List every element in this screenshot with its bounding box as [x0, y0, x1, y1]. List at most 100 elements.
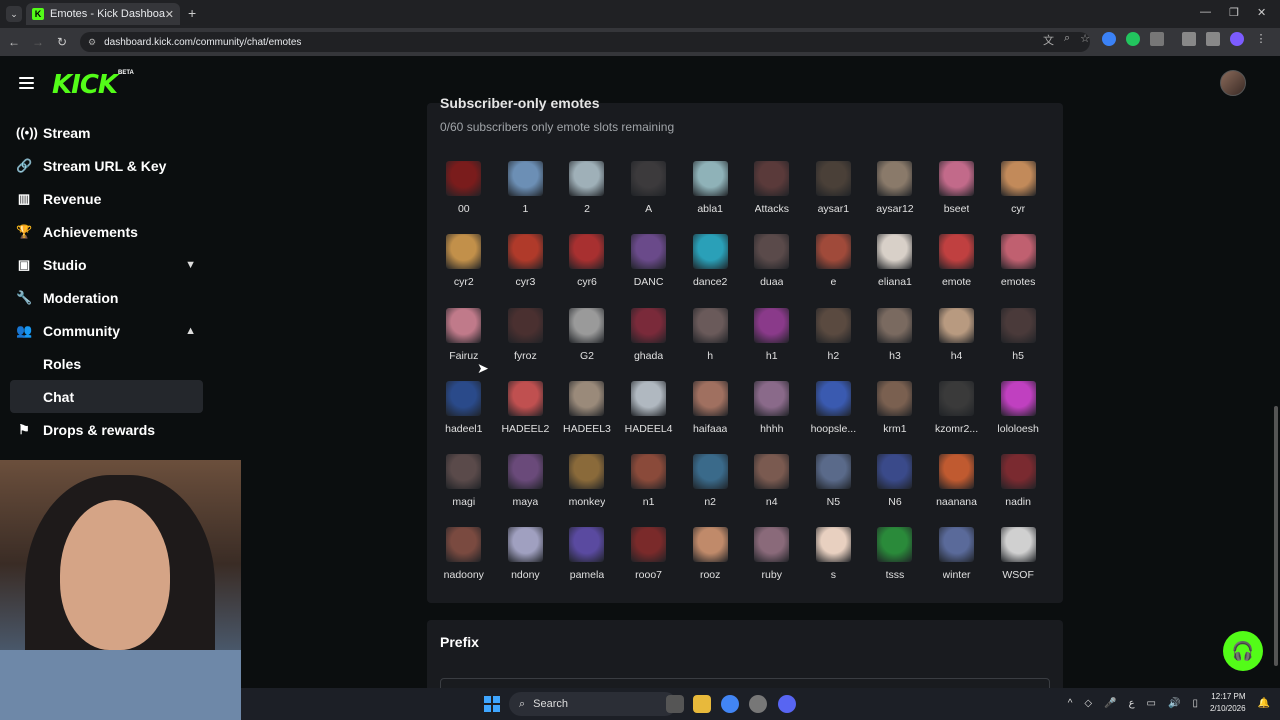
- emote-tile[interactable]: eliana1: [864, 234, 926, 307]
- input-language[interactable]: ع: [1129, 698, 1135, 709]
- emote-tile[interactable]: N6: [864, 454, 926, 527]
- emote-tile[interactable]: abla1: [679, 161, 741, 234]
- emote-tile[interactable]: h2: [803, 307, 865, 381]
- emote-tile[interactable]: pamela: [556, 527, 618, 600]
- site-info-icon[interactable]: ⚙: [88, 37, 96, 48]
- reload-icon[interactable]: ↻: [50, 35, 74, 49]
- emote-tile[interactable]: duaa: [741, 234, 803, 307]
- restore-icon[interactable]: ❐: [1229, 6, 1239, 19]
- emote-tile[interactable]: HADEEL3: [556, 380, 618, 454]
- emote-tile[interactable]: lololoesh: [987, 380, 1049, 454]
- chevron-up-icon[interactable]: ▲: [185, 325, 196, 337]
- emote-tile[interactable]: A: [618, 161, 680, 234]
- emote-tile[interactable]: 1: [495, 161, 557, 234]
- address-bar[interactable]: ⚙ dashboard.kick.com/community/chat/emot…: [80, 32, 1090, 52]
- tray-chevron-icon[interactable]: ^: [1068, 698, 1073, 709]
- emote-tile[interactable]: fyroz: [495, 307, 557, 381]
- emote-tile[interactable]: rooz: [679, 527, 741, 600]
- hamburger-menu-icon[interactable]: [19, 77, 34, 89]
- emote-tile[interactable]: tsss: [864, 527, 926, 600]
- sidebar-subitem-chat[interactable]: Chat: [10, 380, 203, 413]
- file-explorer-icon[interactable]: [693, 695, 711, 713]
- emote-tile[interactable]: HADEEL2: [495, 380, 557, 454]
- profile-icon[interactable]: [1230, 32, 1244, 46]
- emote-tile[interactable]: monkey: [556, 454, 618, 527]
- emote-tile[interactable]: hoopsle...: [803, 380, 865, 454]
- tab-close-icon[interactable]: ✕: [165, 8, 174, 21]
- notification-bell-icon[interactable]: 🔔: [1258, 698, 1270, 709]
- tray-app-icon[interactable]: ◇: [1084, 698, 1092, 709]
- emote-tile[interactable]: ndony: [495, 527, 557, 600]
- emote-tile[interactable]: n4: [741, 454, 803, 527]
- emote-tile[interactable]: e: [803, 234, 865, 307]
- extension-icon[interactable]: [1102, 32, 1116, 46]
- emote-tile[interactable]: cyr6: [556, 234, 618, 307]
- sidebar-item-revenue[interactable]: ▥ Revenue: [0, 182, 210, 215]
- emote-tile[interactable]: h3: [864, 307, 926, 381]
- volume-icon[interactable]: 🔊: [1168, 698, 1180, 709]
- emote-tile[interactable]: hhhh: [741, 380, 803, 454]
- bookmark-star-icon[interactable]: ☆: [1080, 32, 1090, 48]
- kick-logo[interactable]: KICK: [52, 70, 118, 100]
- sidebar-item-stream-url-key[interactable]: 🔗 Stream URL & Key: [0, 149, 210, 182]
- download-icon[interactable]: [1182, 32, 1196, 46]
- emote-tile[interactable]: 00: [433, 161, 495, 234]
- tab-search-list-icon[interactable]: [1206, 32, 1220, 46]
- emote-tile[interactable]: cyr2: [433, 234, 495, 307]
- emote-tile[interactable]: s: [803, 527, 865, 600]
- window-close-icon[interactable]: ✕: [1257, 6, 1266, 19]
- emote-tile[interactable]: N5: [803, 454, 865, 527]
- sidebar-item-stream[interactable]: ((•)) Stream: [0, 116, 210, 149]
- support-chat-button[interactable]: 🎧: [1223, 631, 1263, 671]
- emote-tile[interactable]: krm1: [864, 380, 926, 454]
- tab-search-icon[interactable]: ⌄: [6, 6, 22, 22]
- forward-icon[interactable]: →: [26, 35, 50, 49]
- emote-tile[interactable]: nadin: [987, 454, 1049, 527]
- emote-tile[interactable]: 2: [556, 161, 618, 234]
- sidebar-item-studio[interactable]: ▣ Studio ▼: [0, 248, 210, 281]
- sidebar-item-moderation[interactable]: 🔧 Moderation: [0, 281, 210, 314]
- chrome-icon[interactable]: [721, 695, 739, 713]
- emote-tile[interactable]: h5: [987, 307, 1049, 381]
- sidebar-item-drops-rewards[interactable]: ⚑ Drops & rewards: [0, 413, 210, 446]
- emote-tile[interactable]: haifaaa: [679, 380, 741, 454]
- sidebar-subitem-roles[interactable]: Roles: [0, 347, 210, 380]
- task-view-icon[interactable]: [666, 695, 684, 713]
- chevron-down-icon[interactable]: ▼: [185, 259, 196, 271]
- translate-icon[interactable]: 文: [1043, 32, 1054, 48]
- battery-icon[interactable]: ▯: [1192, 698, 1198, 709]
- minimize-icon[interactable]: —: [1200, 6, 1211, 18]
- emote-tile[interactable]: h: [679, 307, 741, 381]
- emote-tile[interactable]: HADEEL4: [618, 380, 680, 454]
- emote-tile[interactable]: n1: [618, 454, 680, 527]
- emote-tile[interactable]: G2: [556, 307, 618, 381]
- menu-dots-icon[interactable]: ⋮: [1254, 32, 1268, 46]
- emote-tile[interactable]: WSOF: [987, 527, 1049, 600]
- emote-tile[interactable]: aysar1: [803, 161, 865, 234]
- back-icon[interactable]: ←: [2, 35, 26, 49]
- puzzle-icon[interactable]: [1150, 32, 1164, 46]
- emote-tile[interactable]: magi: [433, 454, 495, 527]
- discord-icon[interactable]: [778, 695, 796, 713]
- user-avatar[interactable]: [1220, 70, 1246, 96]
- taskbar-search[interactable]: ⌕ Search: [509, 692, 677, 716]
- emote-tile[interactable]: n2: [679, 454, 741, 527]
- app-icon[interactable]: [749, 695, 767, 713]
- emote-tile[interactable]: cyr: [987, 161, 1049, 234]
- browser-tab[interactable]: K Emotes - Kick Dashboard ✕: [26, 3, 180, 25]
- emote-tile[interactable]: dance2: [679, 234, 741, 307]
- zoom-icon[interactable]: ⌕: [1064, 32, 1070, 48]
- emote-tile[interactable]: maya: [495, 454, 557, 527]
- emote-tile[interactable]: kzomr2...: [926, 380, 988, 454]
- emote-tile[interactable]: bseet: [926, 161, 988, 234]
- clock[interactable]: 12:17 PM 2/10/2026: [1210, 691, 1246, 715]
- emote-tile[interactable]: hadeel1: [433, 380, 495, 454]
- emote-tile[interactable]: cyr3: [495, 234, 557, 307]
- emote-tile[interactable]: rooo7: [618, 527, 680, 600]
- emote-tile[interactable]: winter: [926, 527, 988, 600]
- shield-extension-icon[interactable]: [1126, 32, 1140, 46]
- emote-tile[interactable]: emote: [926, 234, 988, 307]
- network-icon[interactable]: ▭: [1147, 698, 1156, 709]
- emote-tile[interactable]: ghada: [618, 307, 680, 381]
- emote-tile[interactable]: naanana: [926, 454, 988, 527]
